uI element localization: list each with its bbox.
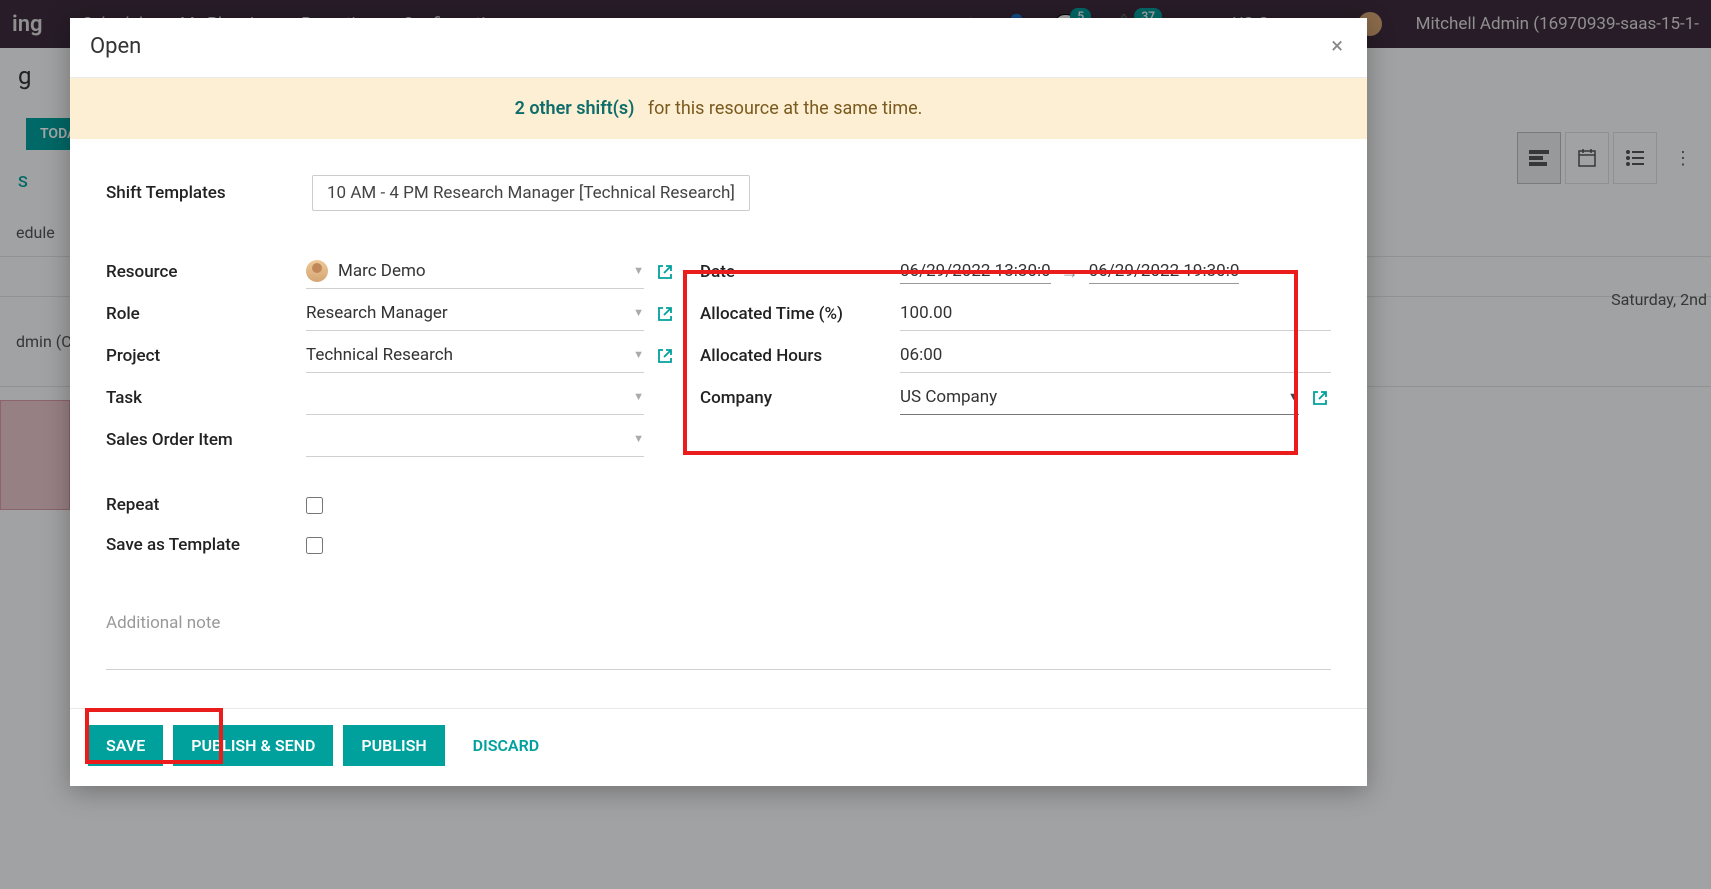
repeat-checkbox[interactable] <box>306 497 323 514</box>
allocated-time-input[interactable]: 100.00 <box>900 297 1331 331</box>
shift-templates-label: Shift Templates <box>106 183 292 203</box>
resource-external-link-icon[interactable] <box>654 261 676 283</box>
company-input[interactable]: US Company ▼ <box>900 381 1299 415</box>
role-row: Role Research Manager ▼ <box>106 293 676 335</box>
modal-body: 2 other shift(s) for this resource at th… <box>70 78 1367 708</box>
shift-template-pill[interactable]: 10 AM - 4 PM Research Manager [Technical… <box>312 175 750 211</box>
save-button[interactable]: SAVE <box>88 725 163 766</box>
allocated-time-row: Allocated Time (%) 100.00 <box>700 293 1331 335</box>
project-label: Project <box>106 346 306 366</box>
note-area[interactable]: Additional note <box>106 613 1331 670</box>
date-label: Date <box>700 262 900 282</box>
task-input[interactable]: ▼ <box>306 381 644 415</box>
date-row: Date 06/29/2022 13:30:0 → 06/29/2022 19:… <box>700 251 1331 293</box>
task-label: Task <box>106 388 306 408</box>
project-row: Project Technical Research ▼ <box>106 335 676 377</box>
modal-title: Open <box>90 34 141 59</box>
allocated-time-value: 100.00 <box>900 303 952 323</box>
discard-button[interactable]: DISCARD <box>455 725 558 766</box>
chevron-down-icon: ▼ <box>633 306 644 319</box>
chevron-down-icon: ▼ <box>633 390 644 403</box>
role-value: Research Manager <box>306 303 629 323</box>
save-template-label: Save as Template <box>106 535 306 555</box>
resource-label: Resource <box>106 262 306 282</box>
save-template-checkbox[interactable] <box>306 537 323 554</box>
sales-order-label: Sales Order Item <box>106 430 306 450</box>
resource-value: Marc Demo <box>338 261 629 281</box>
project-external-link-icon[interactable] <box>654 345 676 367</box>
close-icon[interactable]: × <box>1327 34 1347 59</box>
arrow-right-icon: → <box>1061 262 1079 283</box>
company-external-link-icon[interactable] <box>1309 387 1331 409</box>
project-value: Technical Research <box>306 345 629 365</box>
modal-footer: SAVE PUBLISH & SEND PUBLISH DISCARD <box>70 708 1367 786</box>
sales-order-input[interactable]: ▼ <box>306 423 644 457</box>
resource-avatar <box>306 260 328 282</box>
repeat-row: Repeat <box>106 485 676 525</box>
alert-count[interactable]: 2 other shift(s) <box>515 98 635 119</box>
chevron-down-icon: ▼ <box>633 348 644 361</box>
chevron-down-icon: ▼ <box>633 432 644 445</box>
task-row: Task ▼ <box>106 377 676 419</box>
publish-send-button[interactable]: PUBLISH & SEND <box>173 725 333 766</box>
conflict-alert: 2 other shift(s) for this resource at th… <box>70 78 1367 139</box>
role-input[interactable]: Research Manager ▼ <box>306 297 644 331</box>
role-external-link-icon[interactable] <box>654 303 676 325</box>
repeat-label: Repeat <box>106 495 306 515</box>
form-area: Shift Templates 10 AM - 4 PM Research Ma… <box>70 139 1367 690</box>
allocated-hours-row: Allocated Hours 06:00 <box>700 335 1331 377</box>
company-label: Company <box>700 388 900 408</box>
shift-modal: Open × 2 other shift(s) for this resourc… <box>70 18 1367 786</box>
resource-input[interactable]: Marc Demo ▼ <box>306 255 644 289</box>
chevron-down-icon: ▼ <box>1288 390 1299 403</box>
sales-order-row: Sales Order Item ▼ <box>106 419 676 461</box>
date-start-input[interactable]: 06/29/2022 13:30:0 <box>900 261 1051 284</box>
company-row: Company US Company ▼ <box>700 377 1331 419</box>
allocated-hours-input[interactable]: 06:00 <box>900 339 1331 373</box>
shift-templates-row: Shift Templates 10 AM - 4 PM Research Ma… <box>106 175 1331 211</box>
allocated-hours-label: Allocated Hours <box>700 346 900 366</box>
date-end-input[interactable]: 06/29/2022 19:30:0 <box>1089 261 1240 284</box>
allocated-hours-value: 06:00 <box>900 345 942 365</box>
chevron-down-icon: ▼ <box>633 264 644 277</box>
company-value: US Company <box>900 387 1284 407</box>
resource-row: Resource Marc Demo ▼ <box>106 251 676 293</box>
publish-button[interactable]: PUBLISH <box>343 725 444 766</box>
date-range: 06/29/2022 13:30:0 → 06/29/2022 19:30:0 <box>900 261 1239 284</box>
alert-text: for this resource at the same time. <box>648 98 923 119</box>
allocated-time-label: Allocated Time (%) <box>700 304 900 324</box>
save-as-template-row: Save as Template <box>106 525 676 565</box>
note-placeholder: Additional note <box>106 613 220 633</box>
project-input[interactable]: Technical Research ▼ <box>306 339 644 373</box>
modal-header: Open × <box>70 18 1367 78</box>
role-label: Role <box>106 304 306 324</box>
